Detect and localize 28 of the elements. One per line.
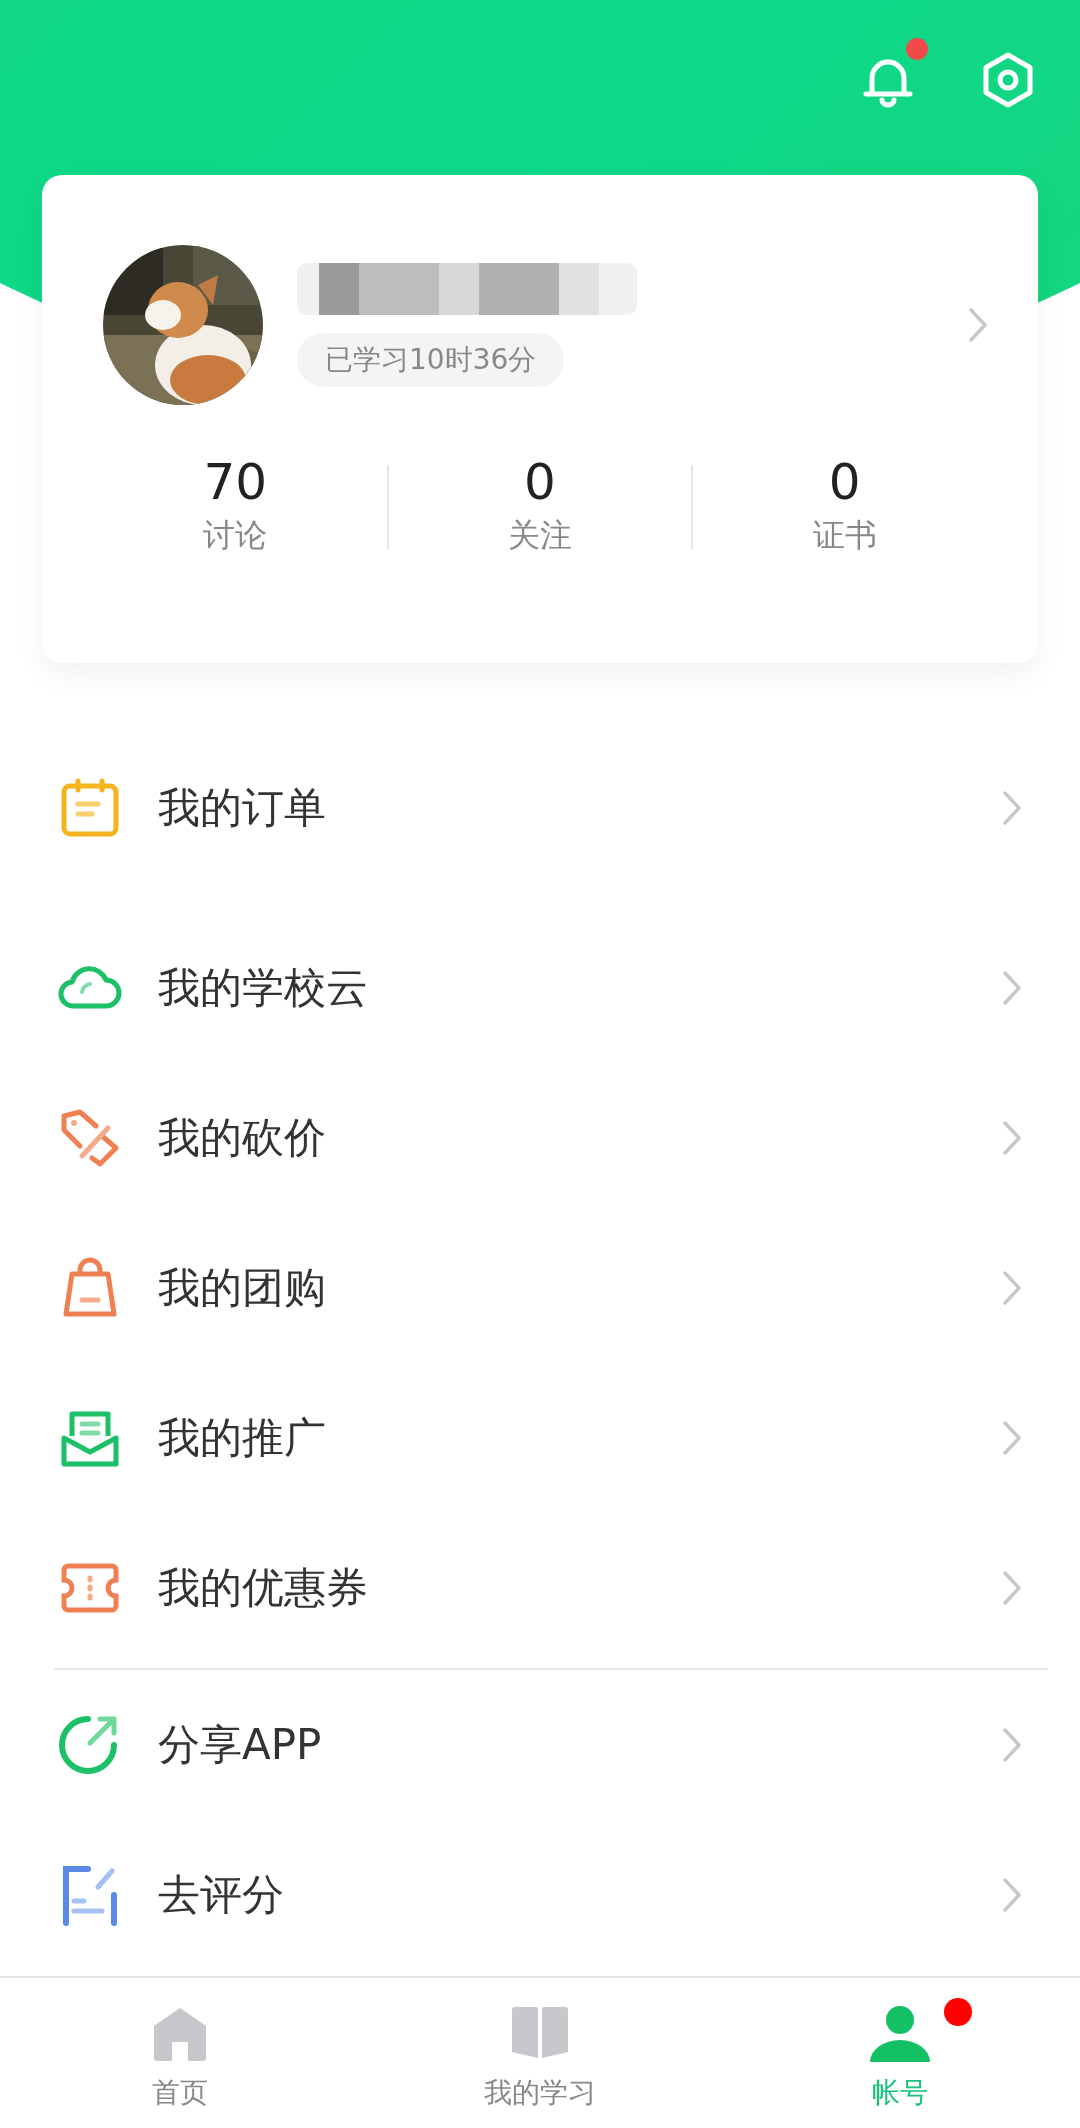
chevron-icon [968, 307, 988, 343]
stat-value[interactable]: 0 [828, 455, 861, 510]
chevron-icon [1002, 1120, 1022, 1156]
menu-item[interactable]: 我的推广 [0, 1363, 1080, 1513]
chevron-icon [1002, 1570, 1022, 1606]
menu-item[interactable]: 我的优惠券 [0, 1513, 1080, 1663]
chevron-icon [1002, 970, 1022, 1006]
stat-label[interactable]: 关注 [508, 514, 572, 558]
menu-item[interactable]: 去评分 [0, 1820, 1080, 1970]
menu-item[interactable]: 我的学校云 [0, 913, 1080, 1063]
menu-item[interactable]: 我的订单 [0, 733, 1080, 883]
chevron-icon [1002, 1727, 1022, 1763]
stat-value[interactable]: 0 [524, 455, 556, 510]
profile-card[interactable]: 已学习10时36分 70 讨论 0 关注 0 证书 [42, 175, 1038, 663]
chevron-icon [1002, 1877, 1022, 1913]
tab[interactable]: 首页 [0, 1978, 360, 2128]
stat-value[interactable]: 70 [203, 455, 268, 510]
menu-item[interactable]: 我的团购 [0, 1213, 1080, 1363]
tab[interactable]: 我的学习 [360, 1978, 720, 2128]
person-icon [868, 2004, 932, 2064]
study-time: 已学习10时36分 [297, 333, 565, 387]
stat-label[interactable]: 证书 [812, 514, 877, 558]
chevron-icon [1002, 1270, 1022, 1306]
chevron-icon [1002, 790, 1022, 826]
menu-item[interactable]: 我的砍价 [0, 1063, 1080, 1213]
menu-item[interactable]: 分享APP [0, 1670, 1080, 1820]
chevron-icon [1002, 1420, 1022, 1456]
stat-label[interactable]: 讨论 [203, 514, 268, 558]
